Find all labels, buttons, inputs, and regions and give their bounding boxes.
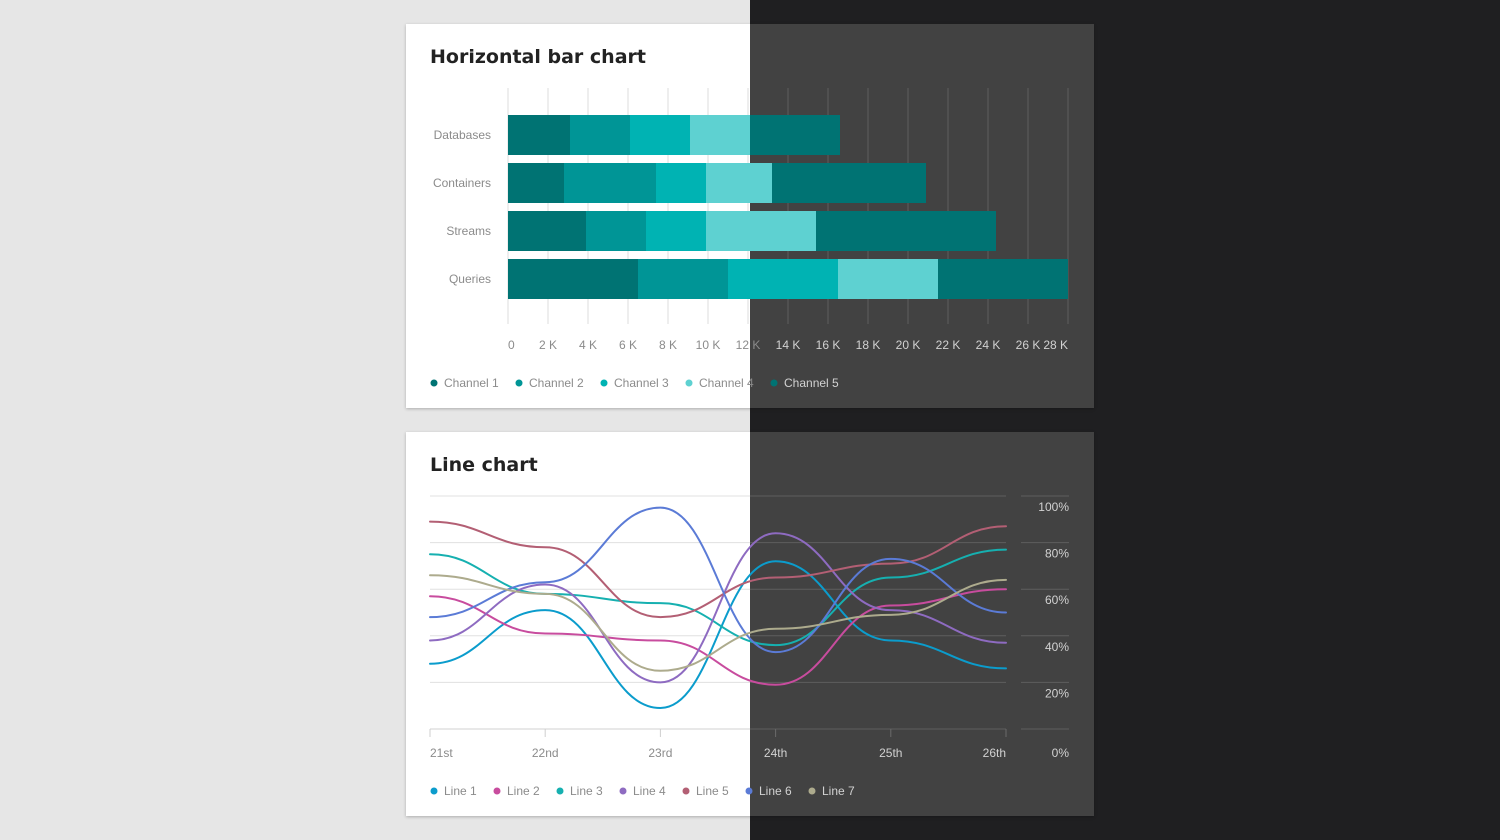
- legend-marker: [556, 787, 564, 795]
- legend-label: Line 6: [759, 784, 792, 798]
- bar-segment: [656, 163, 706, 203]
- x-tick-label: 4 K: [579, 338, 597, 352]
- legend-marker: [600, 379, 608, 387]
- x-tick-label: 22nd: [532, 746, 559, 760]
- series-line: [429, 532, 1007, 684]
- bar-segment: [728, 259, 838, 299]
- bar-segment: [638, 259, 728, 299]
- bar-segment: [586, 211, 646, 251]
- bar-segment: [508, 163, 564, 203]
- y-tick-label: 60%: [1045, 593, 1069, 607]
- x-tick-label: 21st: [430, 746, 453, 760]
- x-tick-label: 24 K: [976, 338, 1001, 352]
- x-tick-label: 8 K: [659, 338, 677, 352]
- legend-marker: [515, 379, 523, 387]
- x-tick-label: 20 K: [896, 338, 921, 352]
- legend-label: Line 4: [633, 784, 666, 798]
- x-tick-label: 10 K: [696, 338, 721, 352]
- bar-segment: [772, 163, 926, 203]
- bar-segment: [690, 115, 750, 155]
- legend-label: Line 5: [696, 784, 729, 798]
- x-tick-label: 26th: [983, 746, 1006, 760]
- legend-marker: [430, 379, 438, 387]
- legend-marker: [808, 787, 816, 795]
- y-category-label: Databases: [434, 128, 491, 142]
- bar-segment: [750, 115, 840, 155]
- x-tick-label: 28 K: [1043, 338, 1068, 352]
- x-tick-label: 2 K: [539, 338, 557, 352]
- bar-segment: [706, 163, 772, 203]
- x-tick-label: 18 K: [856, 338, 881, 352]
- bar-segment: [646, 211, 706, 251]
- legend-marker: [745, 787, 753, 795]
- bar-segment: [816, 211, 996, 251]
- y-tick-label: 40%: [1045, 640, 1069, 654]
- legend-label: Line 2: [507, 784, 540, 798]
- series-line: [429, 506, 1007, 654]
- y-tick-label: 20%: [1045, 686, 1069, 700]
- x-tick-label: 0: [508, 338, 515, 352]
- legend-marker: [770, 379, 778, 387]
- x-tick-label: 14 K: [776, 338, 801, 352]
- y-category-label: Containers: [433, 176, 491, 190]
- y-category-label: Queries: [449, 272, 491, 286]
- line-chart: Line chart 0% 20% 40% 60% 80% 100% 21st 22nd 23r…: [429, 454, 1070, 798]
- legend-marker: [685, 379, 693, 387]
- y-tick-label: 80%: [1045, 547, 1069, 561]
- legend-marker: [430, 787, 438, 795]
- x-tick-label: 16 K: [816, 338, 841, 352]
- bar-segment: [508, 115, 570, 155]
- legend-marker: [682, 787, 690, 795]
- legend-marker: [619, 787, 627, 795]
- bar-segment: [508, 211, 586, 251]
- x-tick-label: 23rd: [648, 746, 672, 760]
- legend-label: Channel 4: [699, 376, 754, 390]
- x-tick-label: 24th: [764, 746, 787, 760]
- legend-label: Channel 3: [614, 376, 669, 390]
- x-tick-label: 22 K: [936, 338, 961, 352]
- x-tick-label: 6 K: [619, 338, 637, 352]
- legend-label: Channel 1: [444, 376, 499, 390]
- legend-label: Channel 5: [784, 376, 839, 390]
- legend-label: Channel 2: [529, 376, 584, 390]
- chart-title: Horizontal bar chart: [430, 46, 646, 68]
- legend-label: Line 7: [822, 784, 855, 798]
- y-tick-label: 0%: [1052, 746, 1070, 760]
- y-tick-label: 100%: [1038, 500, 1069, 514]
- bar-segment: [570, 115, 630, 155]
- bar-segment: [564, 163, 656, 203]
- x-tick-label: 12 K: [736, 338, 761, 352]
- bar-segment: [508, 259, 638, 299]
- bar-segment: [630, 115, 690, 155]
- bar-segment: [938, 259, 1068, 299]
- legend-label: Line 1: [444, 784, 477, 798]
- bar-segment: [838, 259, 938, 299]
- bar-chart-card: Horizontal bar chart 0 2 K 4 K 6 K 8 K 10 K 12…: [406, 24, 1094, 408]
- legend-marker: [493, 787, 501, 795]
- x-tick-label: 25th: [879, 746, 902, 760]
- chart-title: Line chart: [430, 454, 538, 476]
- series-line: [429, 560, 1007, 710]
- bar-segment: [706, 211, 816, 251]
- line-chart-card: Line chart 0% 20% 40% 60% 80% 100% 21st 22nd 23r…: [406, 432, 1094, 816]
- x-tick-label: 26 K: [1016, 338, 1041, 352]
- y-category-label: Streams: [446, 224, 491, 238]
- bar-chart: Horizontal bar chart 0 2 K 4 K 6 K 8 K 10 K 12…: [430, 46, 1069, 390]
- legend-label: Line 3: [570, 784, 603, 798]
